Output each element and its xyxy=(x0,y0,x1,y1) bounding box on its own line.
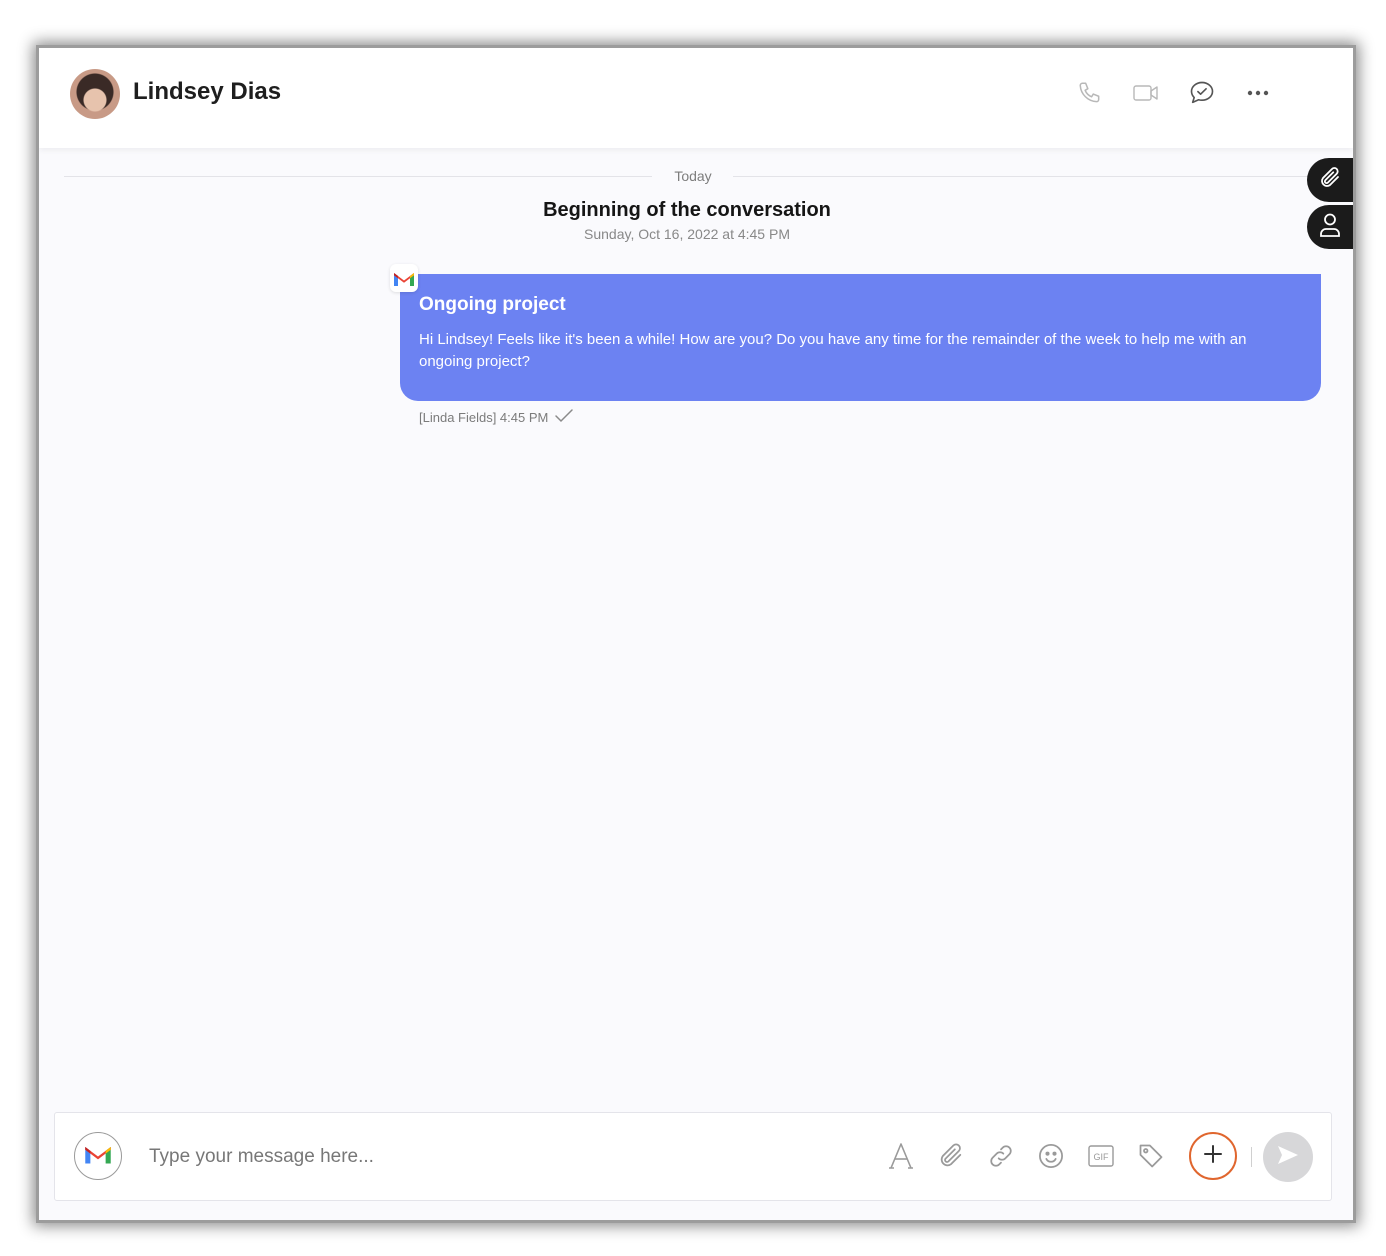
composer-toolbar: GIF xyxy=(885,1140,1167,1172)
more-icon[interactable] xyxy=(1243,78,1273,108)
composer-divider xyxy=(1251,1147,1252,1167)
header-actions xyxy=(1075,78,1273,108)
message-meta: [Linda Fields] 4:45 PM xyxy=(419,408,574,427)
contact-name: Lindsey Dias xyxy=(133,78,282,105)
avatar[interactable] xyxy=(70,69,120,119)
chat-window: Lindsey Dias Today Beginning of the conv… xyxy=(39,48,1353,1220)
user-icon xyxy=(1318,212,1342,243)
send-icon xyxy=(1276,1144,1300,1171)
side-tab-attachments[interactable] xyxy=(1307,158,1353,202)
message-composer: GIF xyxy=(54,1112,1332,1201)
message-body: Hi Lindsey! Feels like it's been a while… xyxy=(419,331,1247,370)
message-input[interactable] xyxy=(147,1139,851,1175)
side-tabs xyxy=(1307,158,1353,252)
send-button[interactable] xyxy=(1263,1132,1313,1182)
message-subject: Ongoing project xyxy=(419,294,566,315)
gif-icon[interactable]: GIF xyxy=(1085,1140,1117,1172)
day-separator: Today xyxy=(64,166,1353,186)
side-tab-contact[interactable] xyxy=(1307,205,1353,249)
gmail-icon xyxy=(390,264,418,292)
message-bubble[interactable]: Ongoing project Hi Lindsey! Feels like i… xyxy=(400,274,1321,401)
check-icon xyxy=(554,408,574,427)
link-icon[interactable] xyxy=(985,1140,1017,1172)
chat-header: Lindsey Dias xyxy=(39,48,1353,148)
message-sender-time: [Linda Fields] 4:45 PM xyxy=(419,410,549,425)
add-button[interactable] xyxy=(1189,1132,1237,1180)
paperclip-icon xyxy=(1318,166,1342,195)
separator-line-right xyxy=(733,176,1353,177)
chat-check-icon[interactable] xyxy=(1187,78,1217,108)
plus-icon xyxy=(1202,1143,1224,1170)
separator-line-left xyxy=(64,176,652,177)
day-label: Today xyxy=(674,168,712,184)
conversation-start-date: Sunday, Oct 16, 2022 at 4:45 PM xyxy=(584,226,790,242)
video-icon[interactable] xyxy=(1131,78,1161,108)
conversation-title: Beginning of the conversation xyxy=(543,199,831,221)
gif-label: GIF xyxy=(1094,1152,1110,1162)
tag-icon[interactable] xyxy=(1135,1140,1167,1172)
attach-icon[interactable] xyxy=(935,1140,967,1172)
emoji-icon[interactable] xyxy=(1035,1140,1067,1172)
channel-selector-button[interactable] xyxy=(74,1132,122,1180)
gmail-icon xyxy=(84,1143,112,1170)
text-format-icon[interactable] xyxy=(885,1140,917,1172)
phone-icon[interactable] xyxy=(1075,78,1105,108)
